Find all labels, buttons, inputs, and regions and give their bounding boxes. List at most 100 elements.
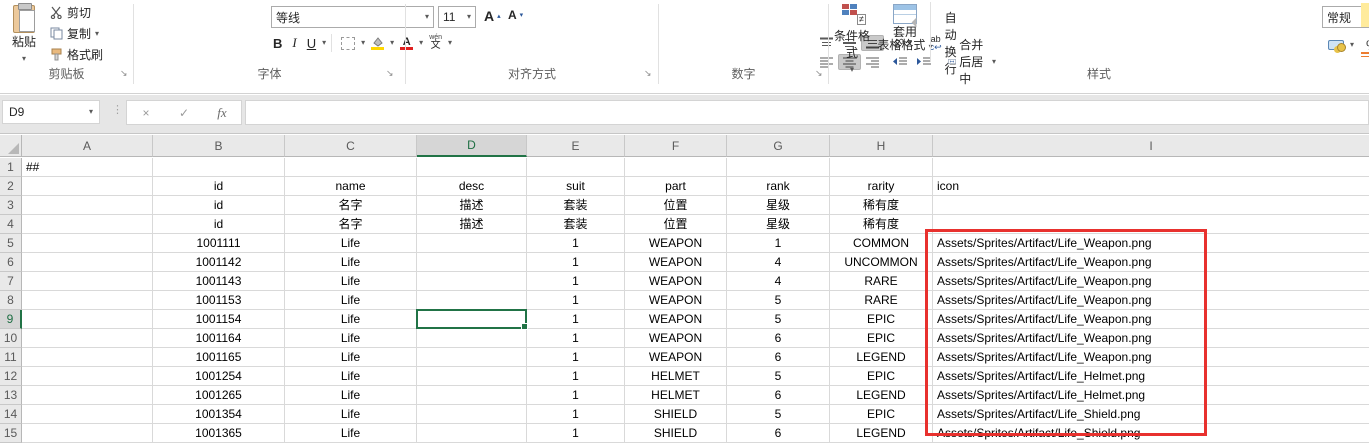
column-header-D[interactable]: D (417, 135, 527, 157)
cell-C15[interactable]: Life (285, 424, 417, 443)
cell-H14[interactable]: EPIC (830, 405, 933, 424)
cell-D7[interactable] (417, 272, 527, 291)
cell-C14[interactable]: Life (285, 405, 417, 424)
cell-H1[interactable] (830, 158, 933, 177)
cell-E5[interactable]: 1 (527, 234, 625, 253)
cell-E4[interactable]: 套装 (527, 215, 625, 234)
cell-A11[interactable] (22, 348, 153, 367)
cell-D12[interactable] (417, 367, 527, 386)
cell-B11[interactable]: 1001165 (153, 348, 285, 367)
cell-E2[interactable]: suit (527, 177, 625, 196)
cell-F15[interactable]: SHIELD (625, 424, 727, 443)
column-header-G[interactable]: G (727, 135, 830, 157)
cell-D1[interactable] (417, 158, 527, 177)
cell-E7[interactable]: 1 (527, 272, 625, 291)
cell-E8[interactable]: 1 (527, 291, 625, 310)
cut-button[interactable]: 剪切 (50, 4, 91, 21)
cell-F8[interactable]: WEAPON (625, 291, 727, 310)
cell-B5[interactable]: 1001111 (153, 234, 285, 253)
cell-C4[interactable]: 名字 (285, 215, 417, 234)
cell-D10[interactable] (417, 329, 527, 348)
cell-G4[interactable]: 星级 (727, 215, 830, 234)
insert-function-button[interactable]: fx (203, 105, 241, 121)
cell-H13[interactable]: LEGEND (830, 386, 933, 405)
cell-I11[interactable]: Assets/Sprites/Artifact/Life_Weapon.png (933, 348, 1369, 367)
cell-D2[interactable]: desc (417, 177, 527, 196)
cell-D13[interactable] (417, 386, 527, 405)
cell-B14[interactable]: 1001354 (153, 405, 285, 424)
cell-A1[interactable]: ## (22, 158, 153, 177)
cell-A3[interactable] (22, 196, 153, 215)
cell-D11[interactable] (417, 348, 527, 367)
format-as-table-button[interactable]: 套用 表格格式 ▾ (877, 2, 933, 52)
cell-C8[interactable]: Life (285, 291, 417, 310)
cell-G6[interactable]: 4 (727, 253, 830, 272)
cell-I2[interactable]: icon (933, 177, 1369, 196)
cell-B9[interactable]: 1001154 (153, 310, 285, 329)
underline-button[interactable]: U (303, 34, 320, 53)
cell-A8[interactable] (22, 291, 153, 310)
cell-H2[interactable]: rarity (830, 177, 933, 196)
cell-A6[interactable] (22, 253, 153, 272)
cell-B2[interactable]: id (153, 177, 285, 196)
column-header-C[interactable]: C (285, 135, 417, 157)
bold-button[interactable]: B (269, 34, 286, 53)
cell-B4[interactable]: id (153, 215, 285, 234)
cell-I13[interactable]: Assets/Sprites/Artifact/Life_Helmet.png (933, 386, 1369, 405)
column-header-F[interactable]: F (625, 135, 727, 157)
column-header-I[interactable]: I (933, 135, 1369, 157)
cell-C9[interactable]: Life (285, 310, 417, 329)
cell-B1[interactable] (153, 158, 285, 177)
cell-A2[interactable] (22, 177, 153, 196)
cell-C3[interactable]: 名字 (285, 196, 417, 215)
cell-D5[interactable] (417, 234, 527, 253)
cell-F2[interactable]: part (625, 177, 727, 196)
formula-bar-drag-handle[interactable]: ⋮ (112, 103, 123, 116)
cell-D8[interactable] (417, 291, 527, 310)
cell-C5[interactable]: Life (285, 234, 417, 253)
cell-C7[interactable]: Life (285, 272, 417, 291)
cell-A10[interactable] (22, 329, 153, 348)
cell-B7[interactable]: 1001143 (153, 272, 285, 291)
cell-E15[interactable]: 1 (527, 424, 625, 443)
cell-H9[interactable]: EPIC (830, 310, 933, 329)
cell-B15[interactable]: 1001365 (153, 424, 285, 443)
cell-F4[interactable]: 位置 (625, 215, 727, 234)
cell-D3[interactable]: 描述 (417, 196, 527, 215)
enter-button[interactable]: ✓ (165, 106, 203, 120)
row-header-3[interactable]: 3 (0, 196, 22, 215)
row-header-5[interactable]: 5 (0, 234, 22, 253)
cell-C1[interactable] (285, 158, 417, 177)
font-dialog-launcher[interactable]: ↘ (386, 69, 397, 80)
cell-I5[interactable]: Assets/Sprites/Artifact/Life_Weapon.png (933, 234, 1369, 253)
cell-F14[interactable]: SHIELD (625, 405, 727, 424)
cell-H5[interactable]: COMMON (830, 234, 933, 253)
column-header-E[interactable]: E (527, 135, 625, 157)
cell-G9[interactable]: 5 (727, 310, 830, 329)
cell-A14[interactable] (22, 405, 153, 424)
cell-I8[interactable]: Assets/Sprites/Artifact/Life_Weapon.png (933, 291, 1369, 310)
cell-H6[interactable]: UNCOMMON (830, 253, 933, 272)
cell-H12[interactable]: EPIC (830, 367, 933, 386)
column-header-A[interactable]: A (22, 135, 153, 157)
cell-D4[interactable]: 描述 (417, 215, 527, 234)
fill-color-button[interactable] (367, 35, 388, 52)
alignment-dialog-launcher[interactable]: ↘ (644, 69, 655, 80)
cell-C2[interactable]: name (285, 177, 417, 196)
cell-C12[interactable]: Life (285, 367, 417, 386)
cell-E1[interactable] (527, 158, 625, 177)
cell-D9[interactable] (417, 310, 527, 329)
cell-A15[interactable] (22, 424, 153, 443)
cell-G5[interactable]: 1 (727, 234, 830, 253)
cell-G15[interactable]: 6 (727, 424, 830, 443)
copy-dropdown-icon[interactable]: ▾ (95, 30, 99, 38)
cell-F10[interactable]: WEAPON (625, 329, 727, 348)
cell-F5[interactable]: WEAPON (625, 234, 727, 253)
format-painter-button[interactable]: 格式刷 (50, 46, 103, 63)
cell-E10[interactable]: 1 (527, 329, 625, 348)
borders-button[interactable] (337, 35, 359, 52)
cell-B13[interactable]: 1001265 (153, 386, 285, 405)
cell-A13[interactable] (22, 386, 153, 405)
cell-F6[interactable]: WEAPON (625, 253, 727, 272)
cell-F9[interactable]: WEAPON (625, 310, 727, 329)
